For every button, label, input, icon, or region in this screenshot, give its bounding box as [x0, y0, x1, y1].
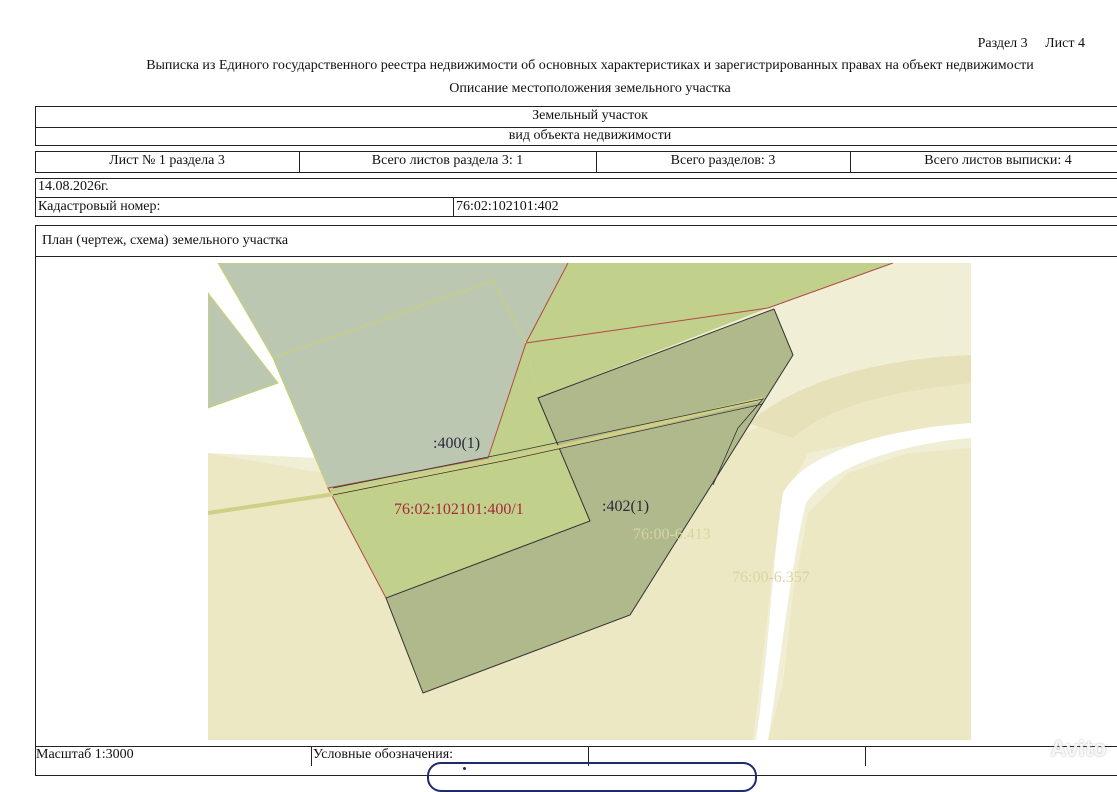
label-zone-357: 76:00-6.357: [732, 569, 810, 586]
divider: [311, 746, 312, 766]
label-zone-413: 76:00-6.413: [633, 526, 711, 543]
object-kind: Земельный участок: [532, 108, 648, 123]
divider: [865, 746, 866, 766]
section-number: Раздел 3: [977, 36, 1028, 51]
label-parcel-402: :402(1): [602, 498, 649, 515]
legend-label: Условные обозначения:: [313, 747, 454, 762]
extract-date: 14.08.2026г.: [38, 179, 109, 194]
total-sheets-extract: Всего листов выписки: 4: [924, 153, 1072, 168]
divider: [35, 197, 1117, 198]
document-subtitle: Описание местоположения земельного участ…: [449, 81, 731, 96]
sheet-no: Лист № 1 раздела 3: [109, 153, 225, 168]
document-title: Выписка из Единого государственного реес…: [146, 58, 1034, 73]
sheet-header: Раздел 3 Лист 4: [0, 36, 1085, 52]
divider: [35, 256, 1117, 257]
object-kind-caption: вид объекта недвижимости: [508, 128, 672, 143]
cadastral-number: 76:02:102101:402: [456, 199, 559, 214]
avito-watermark: Avito: [1050, 736, 1107, 761]
plan-title: План (чертеж, схема) земельного участка: [42, 233, 289, 248]
stamp-dot: [463, 767, 466, 770]
scale: Масштаб 1:3000: [36, 747, 134, 762]
total-sheets-section: Всего листов раздела 3: 1: [371, 153, 524, 168]
total-sections: Всего разделов: 3: [670, 153, 776, 168]
sheet-number: Лист 4: [1045, 36, 1085, 51]
divider: [453, 197, 454, 217]
cadastral-label: Кадастровый номер:: [38, 199, 161, 214]
stamp-outline: [427, 762, 757, 792]
label-parcel-400: :400(1): [433, 435, 480, 452]
label-parcel-400-full: 76:02:102101:400/1: [394, 501, 524, 518]
parcel-map: :400(1) 76:02:102101:400/1 :402(1) 76:00…: [208, 263, 971, 740]
